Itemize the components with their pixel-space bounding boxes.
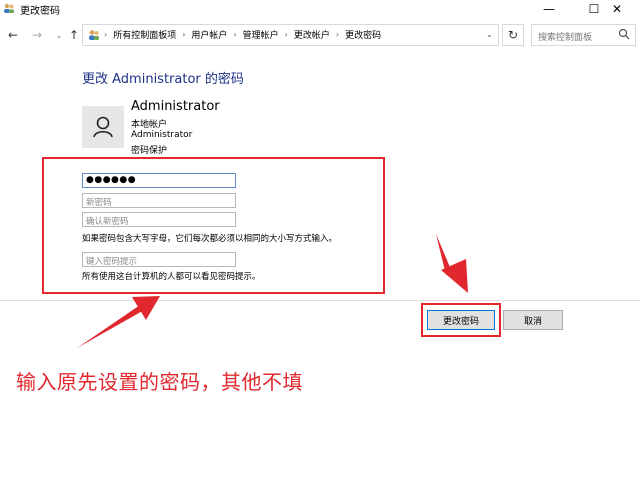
annotation-arrows (77, 234, 468, 348)
arrow-to-form (77, 296, 160, 348)
annotation-caption: 输入原先设置的密码，其他不填 (16, 370, 303, 394)
arrow-to-button (436, 234, 468, 293)
